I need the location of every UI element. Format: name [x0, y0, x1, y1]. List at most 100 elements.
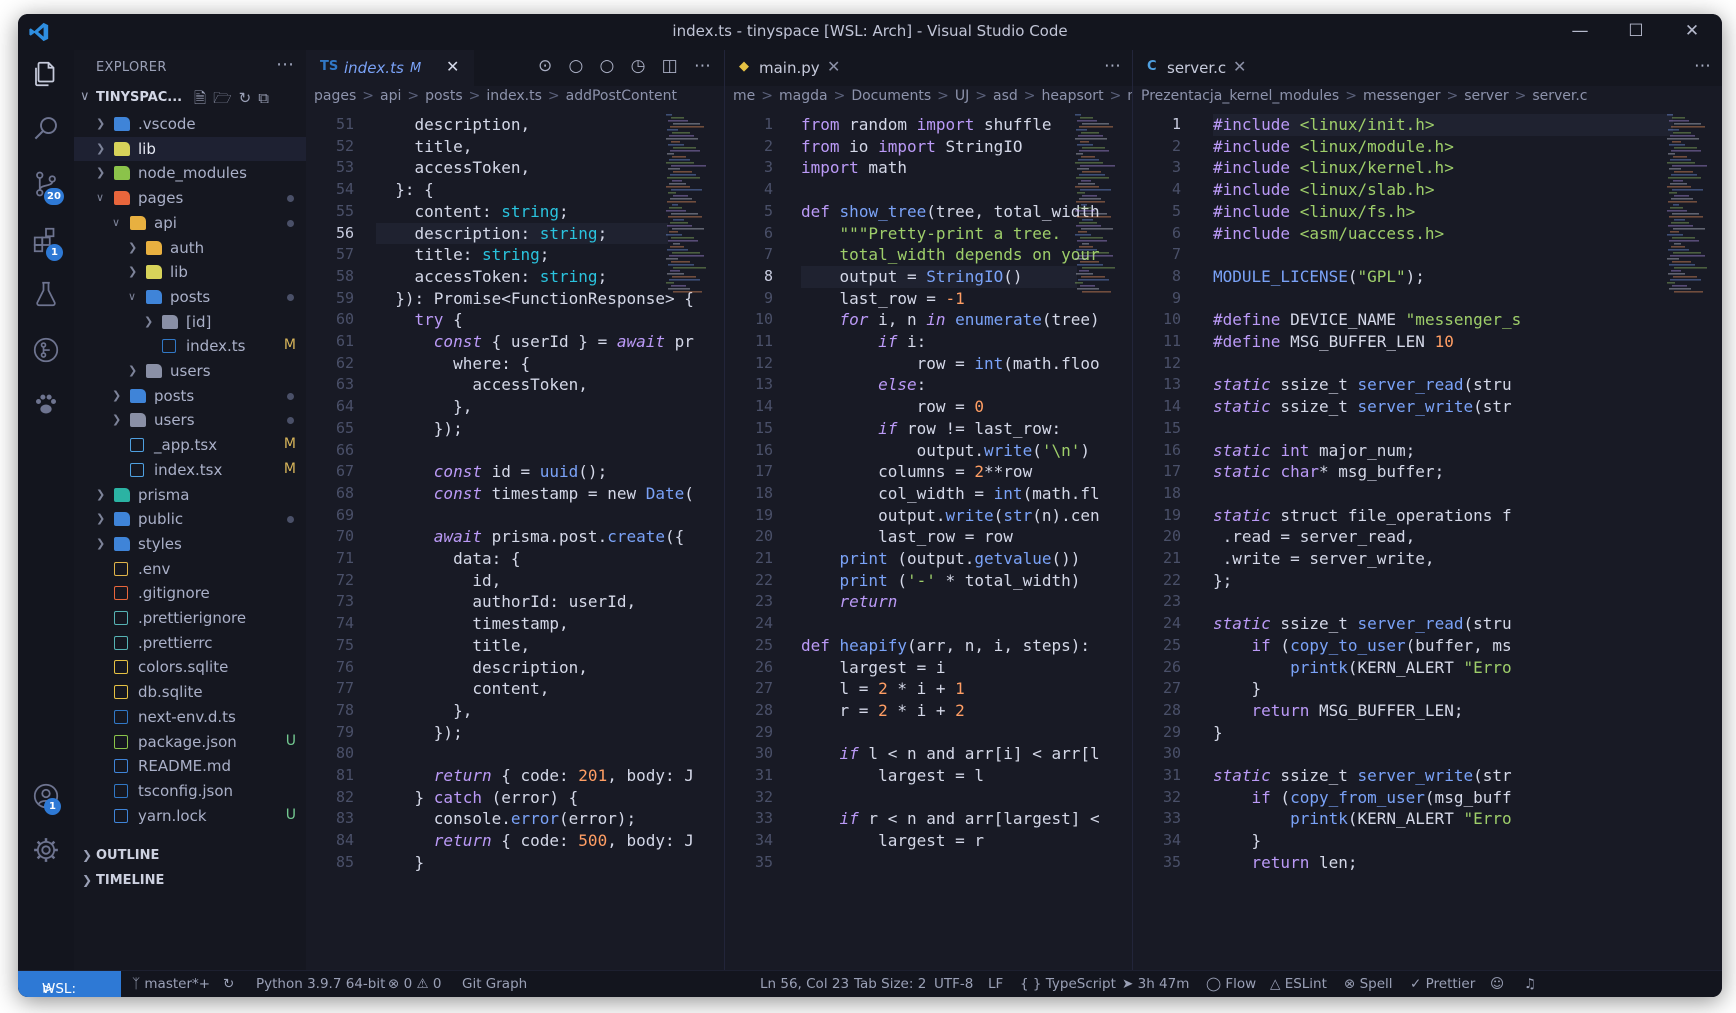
timeline-section[interactable]: ❯ TIMELINE — [74, 869, 306, 893]
tree-item[interactable]: ∨ posts — [74, 285, 306, 310]
extensions-icon[interactable]: 1 — [28, 222, 64, 261]
breadcrumb-item[interactable]: asd — [993, 88, 1018, 104]
editor-tab[interactable]: TS index.ts M ✕ — [306, 50, 474, 86]
editor-tab[interactable]: Cserver.c ✕ — [1133, 50, 1261, 86]
tree-item[interactable]: package.json U — [74, 730, 306, 755]
tree-item[interactable]: README.md — [74, 754, 306, 779]
problems-indicator[interactable]: ⊗ 0 ⚠ 0 — [388, 976, 441, 992]
search-icon[interactable] — [28, 110, 64, 146]
code-area[interactable]: 1 #include <linux/init.h> 2 #include <linux… — [1133, 114, 1722, 971]
project-root[interactable]: ∨ TINYSPAC... 🗎🗁↻⧉ — [74, 86, 306, 112]
next-change-icon[interactable]: ○ — [600, 56, 615, 76]
breadcrumb-item[interactable]: magda — [779, 88, 828, 104]
tree-item[interactable]: db.sqlite — [74, 680, 306, 705]
close-tab-icon[interactable]: ✕ — [446, 57, 459, 76]
git-compare-icon[interactable]: ⊙ — [538, 56, 552, 76]
close-window-button[interactable]: ✕ — [1664, 14, 1720, 48]
tree-item[interactable]: ❯ styles — [74, 532, 306, 557]
breadcrumb-item[interactable]: posts — [425, 88, 463, 104]
more-actions-icon[interactable]: ⋯ — [1694, 56, 1711, 76]
breadcrumb-item[interactable]: me — [733, 88, 755, 104]
more-actions-icon[interactable]: ⋯ — [276, 54, 294, 75]
language-mode[interactable]: { } TypeScript — [1020, 976, 1116, 992]
python-interpreter[interactable]: Python 3.9.7 64-bit — [256, 976, 385, 992]
prev-change-icon[interactable]: ○ — [568, 56, 583, 76]
explorer-icon[interactable] — [28, 56, 64, 92]
tree-item[interactable]: ❯ users — [74, 359, 306, 384]
settings-gear-icon[interactable] — [28, 832, 64, 868]
encoding[interactable]: UTF-8 — [934, 976, 973, 992]
tree-item[interactable]: .prettierrc — [74, 631, 306, 656]
tree-item[interactable]: ❯ lib — [74, 260, 306, 285]
branch-indicator[interactable]: ᛉ master*+ — [132, 976, 210, 992]
eol[interactable]: LF — [988, 976, 1003, 992]
breadcrumb-item[interactable]: server — [1464, 88, 1508, 104]
tree-item[interactable]: ❯ lib — [74, 136, 306, 162]
breadcrumb-item[interactable]: pages — [314, 88, 356, 104]
tree-item[interactable]: ❯ posts — [74, 384, 306, 409]
minimap[interactable] — [1073, 114, 1117, 304]
tree-item[interactable]: ❯ public — [74, 507, 306, 532]
git-graph-icon[interactable] — [28, 332, 64, 368]
tree-item[interactable]: ❯ auth — [74, 236, 306, 261]
breadcrumb-item[interactable]: Documents — [851, 88, 931, 104]
tree-item[interactable]: .prettierignore — [74, 606, 306, 631]
source-control-icon[interactable]: 20 — [28, 166, 64, 205]
tree-item[interactable]: tsconfig.json — [74, 779, 306, 804]
prettier-status[interactable]: ✓ Prettier — [1410, 976, 1475, 992]
remote-indicator[interactable]: ⊳ WSL: Arch — [18, 971, 121, 997]
flow-status[interactable]: ◯ Flow — [1206, 976, 1256, 992]
editor-group-main-py[interactable]: ◆ main.py ✕ ⋯ me > magda > Documents > UJ > asd > heap… — [724, 50, 1133, 971]
breadcrumb-item[interactable]: index.ts — [486, 88, 542, 104]
breadcrumb-item[interactable]: heapsort — [1042, 88, 1104, 104]
breadcrumb-item[interactable]: server.c — [1532, 88, 1587, 104]
outline-section[interactable]: ❯ OUTLINE — [74, 844, 306, 868]
breadcrumb-item[interactable]: messenger — [1363, 88, 1441, 104]
more-actions-icon[interactable]: ⋯ — [1104, 56, 1121, 76]
timer[interactable]: ➤ 3h 47m — [1122, 976, 1189, 992]
timeline-icon[interactable]: ◷ — [631, 56, 646, 76]
sync-icon[interactable]: ↻ — [223, 976, 234, 992]
tree-item[interactable]: ❯ [id] — [74, 310, 306, 335]
tree-item[interactable]: .gitignore — [74, 581, 306, 606]
breadcrumb-item[interactable]: addPostContent — [566, 88, 677, 104]
eslint-status[interactable]: △ ESLint — [1270, 976, 1327, 992]
tree-item[interactable]: ❯ prisma — [74, 483, 306, 508]
breadcrumb-item[interactable]: api — [380, 88, 401, 104]
minimap[interactable] — [1665, 114, 1709, 304]
split-editor-icon[interactable]: ◫ — [662, 56, 678, 76]
tree-item[interactable]: yarn.lock U — [74, 804, 306, 829]
tree-item[interactable]: ∨ pages — [74, 186, 306, 211]
tree-item[interactable]: ❯ .vscode — [74, 112, 306, 137]
notifications-bell-icon[interactable]: ♫ — [1524, 976, 1536, 992]
breadcrumb-item[interactable]: Prezentacja_kernel_modules — [1141, 88, 1339, 104]
new-file-icon[interactable]: 🗎 — [194, 89, 213, 107]
feedback-icon[interactable]: ☺ — [1490, 976, 1504, 992]
collapse-all-icon[interactable]: ⧉ — [258, 89, 276, 107]
testing-icon[interactable] — [28, 276, 64, 312]
tree-item[interactable]: ∨ api — [74, 211, 306, 236]
editor-group-server-c[interactable]: Cserver.c ✕ ⋯ Prezentacja_kernel_modules > me… — [1132, 50, 1722, 971]
tree-item[interactable]: index.tsx M — [74, 458, 306, 483]
git-graph-button[interactable]: Git Graph — [462, 976, 527, 992]
tree-item[interactable]: index.ts M — [74, 334, 306, 359]
code-area[interactable]: 51 description, 52 title, 53 accessToken, 5… — [306, 114, 724, 971]
code-area[interactable]: 1 from random import shuffle 2 from io impo… — [725, 114, 1133, 971]
refresh-icon[interactable]: ↻ — [239, 89, 259, 107]
new-folder-icon[interactable]: 🗁 — [213, 89, 239, 107]
editor-group-index-ts[interactable]: TS index.ts M ✕ ⊙ ○ ○ ◷ ◫ ⋯ pages > api > posts > i… — [306, 50, 724, 971]
tree-item[interactable]: colors.sqlite — [74, 655, 306, 680]
minimap[interactable] — [664, 114, 708, 304]
tree-item[interactable]: .env — [74, 557, 306, 582]
close-tab-icon[interactable]: ✕ — [827, 57, 840, 76]
paw-icon[interactable] — [28, 386, 64, 422]
tree-item[interactable]: next-env.d.ts — [74, 705, 306, 730]
accounts-icon[interactable]: 1 — [28, 778, 64, 815]
tree-item[interactable]: ❯ users — [74, 408, 306, 433]
close-tab-icon[interactable]: ✕ — [1233, 57, 1246, 76]
cursor-position[interactable]: Ln 56, Col 23 — [760, 976, 849, 992]
minimize-button[interactable]: — — [1552, 14, 1608, 48]
tree-item[interactable]: _app.tsx M — [74, 433, 306, 458]
maximize-button[interactable]: ☐ — [1608, 14, 1664, 48]
tab-size[interactable]: Tab Size: 2 — [854, 976, 926, 992]
